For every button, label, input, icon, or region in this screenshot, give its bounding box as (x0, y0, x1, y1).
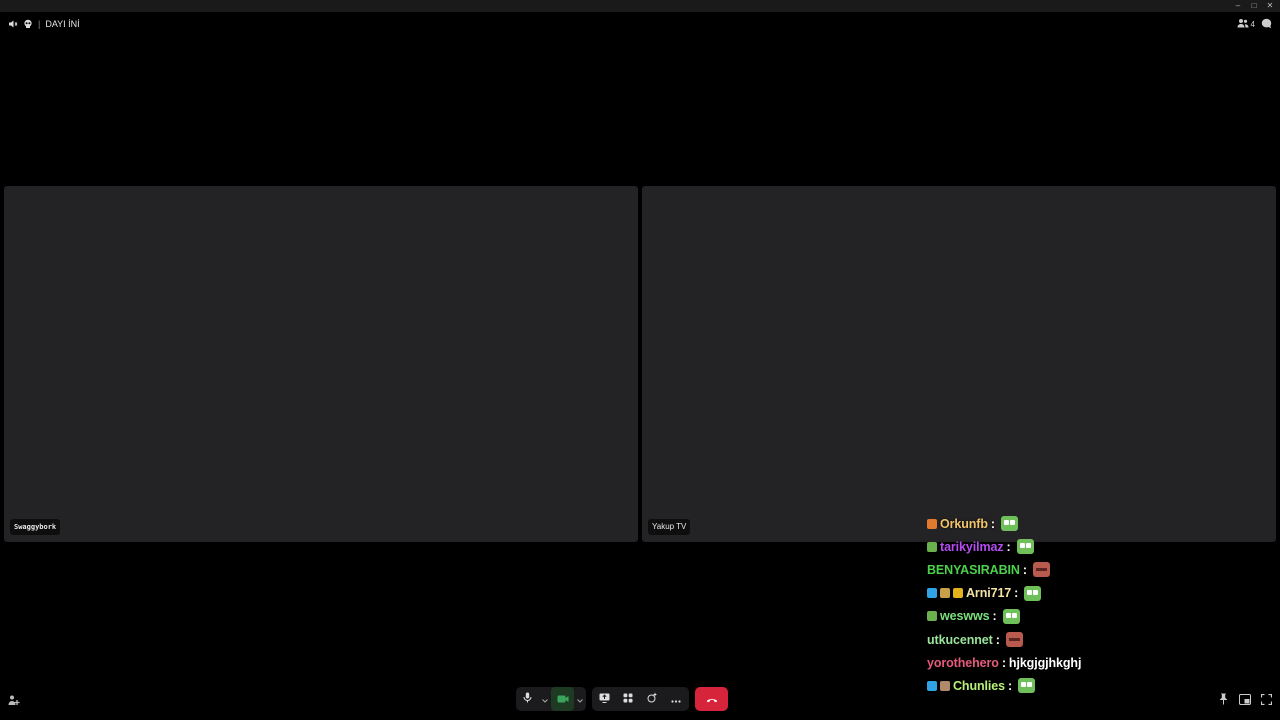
stream-chat-overlay: Orkunfb: tarikyilmaz: BENYASIRABIN: Arni717… (927, 512, 1227, 698)
video-tile-yakup-tv[interactable]: Yakup TV (642, 186, 1276, 542)
header-actions: 4 (1237, 17, 1272, 31)
chat-username[interactable]: Orkunfb (940, 517, 988, 531)
view-controls (1218, 692, 1273, 710)
screen-share-icon (599, 690, 610, 708)
chat-badge-icon (927, 611, 937, 622)
close-icon[interactable]: ✕ (1266, 0, 1274, 12)
chat-emote-icon (1024, 585, 1042, 601)
chat-username[interactable]: utkucennet (927, 633, 993, 647)
chat-message: Arni717: (927, 582, 1227, 605)
participants-button[interactable]: 4 (1237, 18, 1255, 30)
chat-username[interactable]: tarikyilmaz (940, 540, 1004, 554)
window-controls: – □ ✕ (1234, 0, 1274, 12)
mute-button[interactable] (516, 687, 539, 711)
chat-username[interactable]: Arni717 (966, 586, 1011, 600)
chat-separator: : (1022, 562, 1027, 577)
fullscreen-icon[interactable] (1260, 692, 1273, 710)
chat-separator: : (1014, 586, 1019, 601)
chat-username[interactable]: BENYASIRABIN (927, 563, 1020, 577)
chat-username[interactable]: yorothehero (927, 656, 999, 670)
chat-separator: : (1006, 539, 1011, 554)
speaker-muted-icon[interactable] (8, 19, 18, 29)
hang-up-icon (706, 690, 718, 708)
chat-separator: : (995, 632, 1000, 647)
chat-emote-icon (1016, 539, 1034, 555)
more-options-button[interactable] (664, 687, 688, 711)
chat-message: BENYASIRABIN: (927, 558, 1227, 581)
disconnect-button[interactable] (695, 687, 728, 711)
effects-icon (647, 690, 658, 708)
microphone-icon (523, 690, 532, 708)
av-controls (516, 687, 586, 711)
chat-message: tarikyilmaz: (927, 535, 1227, 558)
chevron-down-icon (577, 690, 584, 708)
skull-icon (23, 19, 33, 29)
participant-name-label: Yakup TV (648, 519, 691, 535)
camera-icon (557, 690, 569, 708)
chat-message: utkucennet: (927, 628, 1227, 651)
chat-username[interactable]: weswws (940, 609, 990, 623)
extra-controls (592, 687, 689, 711)
chat-bubble-icon[interactable] (1261, 18, 1272, 31)
chat-emote-icon (1001, 516, 1018, 532)
chat-badge-icon (927, 518, 937, 529)
channel-header: | DAYI İNİ (8, 18, 80, 30)
people-icon (1237, 18, 1249, 30)
camera-options-dropdown[interactable] (574, 687, 586, 711)
pin-icon[interactable] (1218, 692, 1229, 710)
mic-options-dropdown[interactable] (539, 687, 551, 711)
participant-name-label: Swaggybork (10, 519, 61, 535)
chat-message: weswws: (927, 605, 1227, 628)
chat-emote-icon (1005, 632, 1023, 648)
chat-text: hjkgjgjhkghj (1008, 655, 1082, 670)
more-icon (671, 690, 681, 708)
activities-button[interactable] (616, 687, 640, 711)
chat-message: Orkunfb: (927, 512, 1227, 535)
channel-title: DAYI İNİ (45, 19, 80, 29)
chat-separator: : (1001, 655, 1006, 670)
window-titlebar: – □ ✕ (0, 0, 1280, 12)
participant-count: 4 (1250, 19, 1255, 29)
chat-badge-icon (927, 541, 937, 552)
call-controls (0, 687, 1280, 711)
chat-emote-icon (1032, 562, 1050, 578)
chat-separator: : (990, 516, 995, 531)
activities-icon (623, 690, 633, 708)
effects-button[interactable] (640, 687, 664, 711)
chat-separator: : (992, 609, 997, 624)
chat-message: yorothehero: hjkgjgjhkghj (927, 651, 1227, 674)
chat-badge-icon (927, 588, 937, 599)
maximize-icon[interactable]: □ (1250, 0, 1258, 12)
video-tile-swaggybork[interactable]: Swaggybork (4, 186, 638, 542)
minimize-icon[interactable]: – (1234, 0, 1242, 12)
chat-emote-icon (1002, 608, 1020, 624)
screen-share-button[interactable] (592, 687, 616, 711)
pop-out-icon[interactable] (1239, 692, 1251, 710)
title-divider: | (38, 19, 41, 29)
chevron-down-icon (542, 690, 549, 708)
chat-badge-icon (953, 588, 963, 599)
chat-badge-icon (940, 588, 950, 599)
camera-button[interactable] (551, 687, 575, 711)
